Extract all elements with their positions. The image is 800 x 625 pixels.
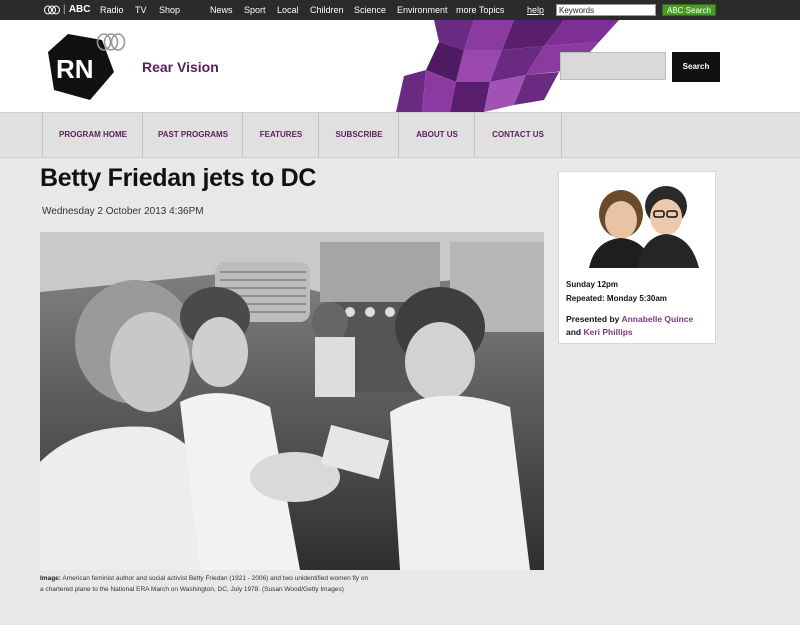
nav-link-children[interactable]: Children: [310, 5, 344, 15]
nav-program-home[interactable]: PROGRAM HOME: [42, 113, 143, 157]
abc-wave-icon: [44, 5, 60, 14]
and-label: and: [566, 327, 584, 337]
presenters-photo: [559, 172, 715, 268]
program-header: RN Rear Vision Search: [0, 20, 800, 112]
abc-search-button[interactable]: ABC Search: [662, 4, 716, 16]
abc-top-bar: | ABC Radio TV Shop News Sport Local Chi…: [0, 0, 800, 20]
article-photo[interactable]: [40, 232, 544, 570]
nav-contact-us[interactable]: CONTACT US: [474, 113, 562, 157]
keywords-input[interactable]: Keywords: [556, 4, 656, 16]
abc-logo-text: ABC: [68, 4, 91, 15]
presenter-link-1[interactable]: Annabelle Quince: [621, 314, 693, 324]
rn-logo-text: RN: [56, 54, 94, 84]
program-search-button[interactable]: Search: [672, 52, 720, 82]
presenter-link-2[interactable]: Keri Phillips: [583, 327, 632, 337]
repeat-time: Repeated: Monday 5:30am: [566, 294, 667, 303]
program-title[interactable]: Rear Vision: [142, 59, 219, 75]
program-info-card: Sunday 12pm Repeated: Monday 5:30am Pres…: [558, 171, 716, 344]
abc-logo[interactable]: | ABC: [44, 4, 90, 15]
article-date: Wednesday 2 October 2013 4:36PM: [42, 206, 204, 217]
nav-subscribe[interactable]: SUBSCRIBE: [318, 113, 399, 157]
nav-link-radio[interactable]: Radio: [100, 5, 124, 15]
caption-text: American feminist author and social acti…: [40, 575, 369, 593]
presenters-illustration: [559, 172, 715, 268]
nav-link-local[interactable]: Local: [277, 5, 299, 15]
nav-link-more-topics[interactable]: more Topics: [456, 5, 504, 15]
nav-past-programs[interactable]: PAST PROGRAMS: [142, 113, 243, 157]
photo-illustration: [40, 232, 544, 570]
program-search-input[interactable]: [560, 52, 666, 80]
nav-features[interactable]: FEATURES: [242, 113, 319, 157]
nav-link-shop[interactable]: Shop: [159, 5, 180, 15]
photo-caption: Image: American feminist author and soci…: [40, 573, 370, 595]
abc-wave-icon: [96, 33, 126, 51]
nav-about-us[interactable]: ABOUT US: [398, 113, 475, 157]
nav-link-tv[interactable]: TV: [135, 5, 147, 15]
presented-by-label: Presented by: [566, 314, 622, 324]
help-link[interactable]: help: [527, 5, 544, 15]
article-headline: Betty Friedan jets to DC: [40, 164, 317, 192]
air-time: Sunday 12pm: [566, 280, 619, 289]
nav-link-sport[interactable]: Sport: [244, 5, 266, 15]
program-nav: PROGRAM HOME PAST PROGRAMS FEATURES SUBS…: [0, 112, 800, 158]
nav-link-environment[interactable]: Environment: [397, 5, 448, 15]
nav-link-science[interactable]: Science: [354, 5, 386, 15]
nav-link-news[interactable]: News: [210, 5, 233, 15]
caption-label: Image:: [40, 575, 61, 582]
